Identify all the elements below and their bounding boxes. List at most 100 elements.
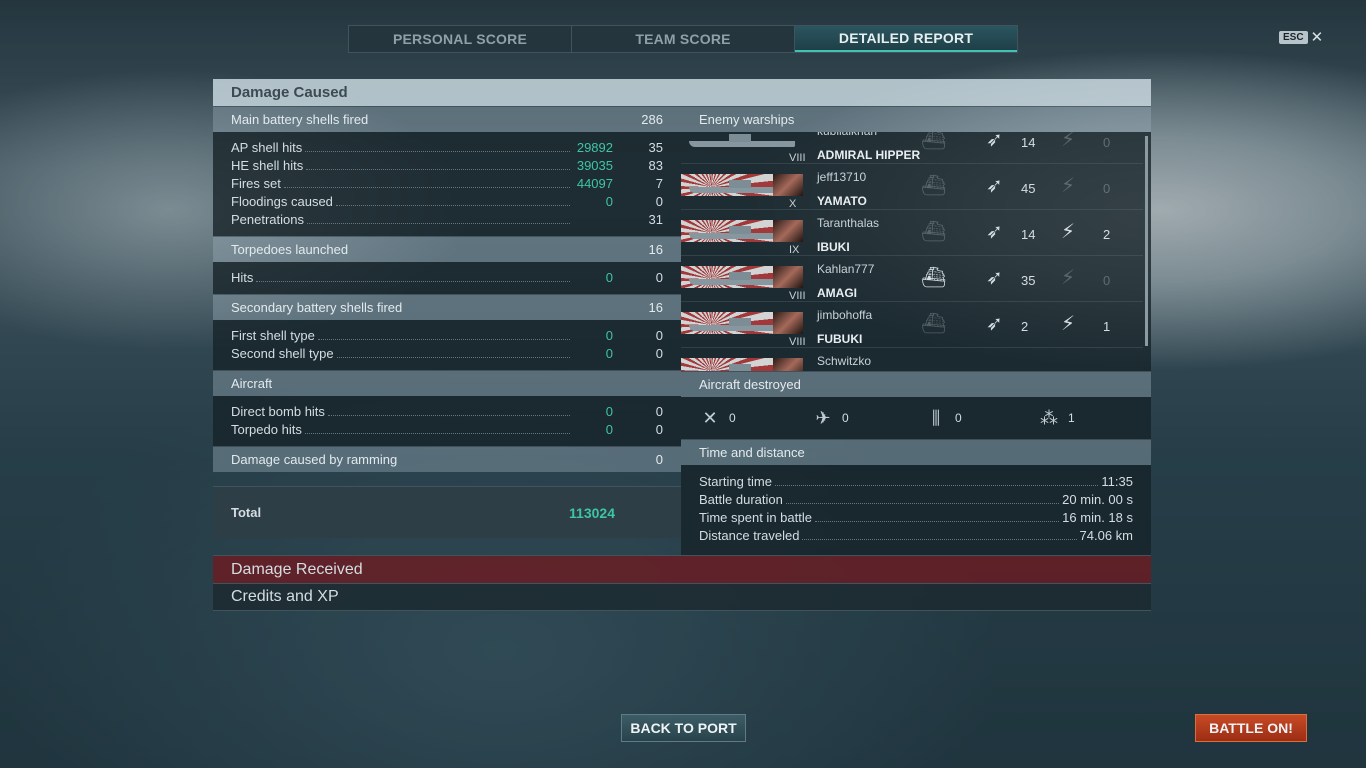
enemy-row[interactable]: Schwitzko <box>681 348 1143 371</box>
ship-destroyed-icon: ⛴ <box>921 221 947 243</box>
stat-damage: 0 <box>605 270 613 285</box>
stat-row: HE shell hits 39035 83 <box>231 155 663 173</box>
group-label: Secondary battery shells fired <box>231 300 403 315</box>
stat-label: Hits <box>231 270 254 285</box>
stat-count: 0 <box>655 422 663 437</box>
stat-row: First shell type 0 0 <box>231 325 663 343</box>
shell-hits-icon: ➶ <box>986 175 1003 197</box>
time-label: Battle duration <box>699 492 783 507</box>
time-distance-rows: Starting time 11:35 Battle duration 20 min… <box>681 465 1151 555</box>
section-damage-received[interactable]: Damage Received <box>213 555 1151 583</box>
enemy-list-scrollbar[interactable] <box>1145 136 1148 346</box>
ship-tier: X <box>789 198 797 210</box>
tab-detailed-report[interactable]: DETAILED REPORT <box>795 26 1017 52</box>
secondary-rows: First shell type 0 0 Second shell type 0 0 <box>213 320 681 370</box>
enemy-warships-header: Enemy warships <box>681 106 1151 132</box>
enemy-row[interactable]: VIII Kahlan777 AMAGI ⛴ ➶ 35 ⚡ 0 <box>681 256 1143 302</box>
shell-hits-icon: ➶ <box>986 132 1003 151</box>
stat-row: Fires set 44097 7 <box>231 173 663 191</box>
enemy-row[interactable]: VIII kubilaikhan ADMIRAL HIPPER ⛴ ➶ 14 ⚡ 0 <box>681 132 1143 164</box>
close-icon: ✕ <box>1310 29 1324 46</box>
stat-label: Direct bomb hits <box>231 404 325 419</box>
time-row: Starting time 11:35 <box>699 471 1133 489</box>
enemy-row[interactable]: X jeff13710 YAMATO ⛴ ➶ 45 ⚡ 0 <box>681 164 1143 210</box>
torpedo-hits-icon: ⚡ <box>1061 132 1076 151</box>
ship-image <box>681 174 803 196</box>
back-to-port-button[interactable]: BACK TO PORT <box>621 714 746 742</box>
stat-count: 0 <box>655 270 663 285</box>
group-ramming: Damage caused by ramming 0 <box>213 446 681 472</box>
stat-label: Floodings caused <box>231 194 333 209</box>
fighter-icon: ✕ <box>702 407 718 428</box>
ship-image <box>681 266 803 288</box>
group-label: Damage caused by ramming <box>231 452 398 467</box>
player-name: Kahlan777 <box>817 262 875 276</box>
section-credits-xp[interactable]: Credits and XP <box>213 583 1151 611</box>
torpedo-value: 0 <box>1103 181 1111 196</box>
time-value: 11:35 <box>1101 474 1133 489</box>
torpedo-hits-icon: ⚡ <box>1061 175 1076 197</box>
time-row: Distance traveled 74.06 km <box>699 525 1133 543</box>
hits-value: 45 <box>1021 181 1036 196</box>
enemy-row[interactable]: VIII jimbohoffa FUBUKI ⛴ ➶ 2 ⚡ 1 <box>681 302 1143 348</box>
aircraft-destroyed-row: ✕ 0 ✈ 0 ⫼ 0 ⁂ 1 <box>681 397 1151 439</box>
shell-hits-icon: ➶ <box>986 221 1003 243</box>
enemy-column: Enemy warships VIII kubilaikhan ADMIRAL … <box>681 106 1151 555</box>
stat-count: 0 <box>655 404 663 419</box>
group-label: Aircraft destroyed <box>699 377 801 392</box>
time-distance-header: Time and distance <box>681 439 1151 465</box>
ship-name: ADMIRAL HIPPER <box>817 148 921 162</box>
aircraft-stat: ⫼ 0 <box>925 408 1038 429</box>
section-header-damage-caused[interactable]: Damage Caused <box>213 79 1151 106</box>
group-label: Time and distance <box>699 445 805 460</box>
player-name: Schwitzko <box>817 354 872 368</box>
stat-count: 35 <box>648 140 663 155</box>
stat-row: Second shell type 0 0 <box>231 343 663 361</box>
ship-destroyed-icon: ⛴ <box>921 313 947 335</box>
ship-tier: VIII <box>789 336 806 348</box>
ship-destroyed-icon: ⛴ <box>921 175 947 197</box>
player-name: Taranthalas <box>817 216 880 230</box>
player-name: jimbohoffa <box>817 308 873 322</box>
ship-image <box>681 220 803 242</box>
torpedo-value: 1 <box>1103 319 1111 334</box>
group-value: 0 <box>655 452 663 467</box>
ship-image <box>681 312 803 334</box>
tab-personal-score[interactable]: PERSONAL SCORE <box>349 26 572 52</box>
torpedo-value: 0 <box>1103 135 1111 150</box>
total-value: 113024 <box>569 504 615 521</box>
aircraft-value: 1 <box>1068 411 1075 425</box>
ship-image <box>681 358 803 371</box>
total-row: Total 113024 <box>213 486 681 538</box>
stat-count: 0 <box>655 346 663 361</box>
stat-count: 83 <box>648 158 663 173</box>
ship-destroyed-icon: ⛴ <box>921 267 947 289</box>
stat-row: Hits 0 0 <box>231 267 663 285</box>
tab-bar: PERSONAL SCORE TEAM SCORE DETAILED REPOR… <box>348 25 1018 53</box>
hits-value: 14 <box>1021 227 1036 242</box>
damage-caused-column: Main battery shells fired 286 AP shell hi… <box>213 106 681 555</box>
time-label: Time spent in battle <box>699 510 812 525</box>
main-battery-rows: AP shell hits 29892 35 HE shell hits 39035 8… <box>213 132 681 236</box>
stat-label: Torpedo hits <box>231 422 302 437</box>
battle-on-button[interactable]: BATTLE ON! <box>1195 714 1307 742</box>
ship-tier: IX <box>789 244 800 256</box>
stat-damage: 0 <box>605 422 613 437</box>
stat-count: 7 <box>655 176 663 191</box>
report-panel: Damage Caused Main battery shells fired 2… <box>213 79 1151 611</box>
close-button[interactable]: ESC ✕ <box>1279 30 1323 45</box>
stat-count: 31 <box>648 212 663 227</box>
time-value: 74.06 km <box>1079 528 1133 543</box>
time-row: Battle duration 20 min. 00 s <box>699 489 1133 507</box>
ship-destroyed-icon: ⛴ <box>921 132 947 151</box>
torpedo-hits-icon: ⚡ <box>1061 221 1076 243</box>
stat-damage: 0 <box>605 346 613 361</box>
group-value: 16 <box>648 300 663 315</box>
group-aircraft: Aircraft <box>213 370 681 396</box>
enemy-row[interactable]: IX Taranthalas IBUKI ⛴ ➶ 14 ⚡ 2 <box>681 210 1143 256</box>
group-torpedoes: Torpedoes launched 16 <box>213 236 681 262</box>
tab-team-score[interactable]: TEAM SCORE <box>572 26 795 52</box>
stat-count: 0 <box>655 194 663 209</box>
hits-value: 14 <box>1021 135 1036 150</box>
shell-hits-icon: ➶ <box>986 267 1003 289</box>
